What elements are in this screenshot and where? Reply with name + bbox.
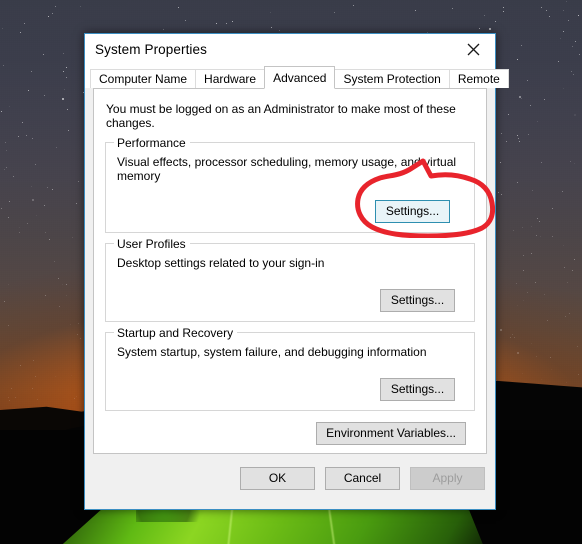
system-properties-dialog[interactable]: System Properties Computer Name Hardware A… (84, 33, 509, 510)
title-bar[interactable]: System Properties (85, 34, 495, 66)
close-icon (467, 43, 480, 56)
ok-button[interactable]: OK (240, 467, 315, 490)
startup-recovery-settings-button[interactable]: Settings... (380, 378, 455, 401)
performance-group: Performance Visual effects, processor sc… (105, 136, 475, 233)
environment-variables-button[interactable]: Environment Variables... (316, 422, 466, 445)
page-title: System Properties (95, 42, 207, 57)
tab-computer-name[interactable]: Computer Name (90, 69, 197, 88)
administrator-note: You must be logged on as an Administrato… (106, 102, 456, 130)
cancel-button[interactable]: Cancel (325, 467, 400, 490)
tab-remote[interactable]: Remote (448, 69, 509, 88)
performance-group-title: Performance (114, 136, 190, 150)
user-profiles-description: Desktop settings related to your sign-in (117, 256, 325, 270)
tab-system-protection[interactable]: System Protection (334, 69, 450, 88)
close-button[interactable] (451, 34, 495, 64)
apply-button: Apply (410, 467, 485, 490)
startup-recovery-description: System startup, system failure, and debu… (117, 345, 427, 359)
advanced-tab-page: You must be logged on as an Administrato… (93, 88, 487, 454)
performance-description: Visual effects, processor scheduling, me… (117, 155, 457, 183)
tab-advanced[interactable]: Advanced (264, 66, 336, 89)
dialog-footer: OK Cancel Apply (85, 454, 495, 509)
tab-strip[interactable]: Computer Name Hardware Advanced System Prot… (85, 66, 509, 89)
user-profiles-settings-button[interactable]: Settings... (380, 289, 455, 312)
user-profiles-group: User Profiles Desktop settings related t… (105, 237, 475, 322)
startup-recovery-group-title: Startup and Recovery (114, 326, 238, 340)
user-profiles-group-title: User Profiles (114, 237, 190, 251)
tab-hardware[interactable]: Hardware (195, 69, 266, 88)
performance-settings-button[interactable]: Settings... (375, 200, 450, 223)
startup-recovery-group: Startup and Recovery System startup, sys… (105, 326, 475, 411)
